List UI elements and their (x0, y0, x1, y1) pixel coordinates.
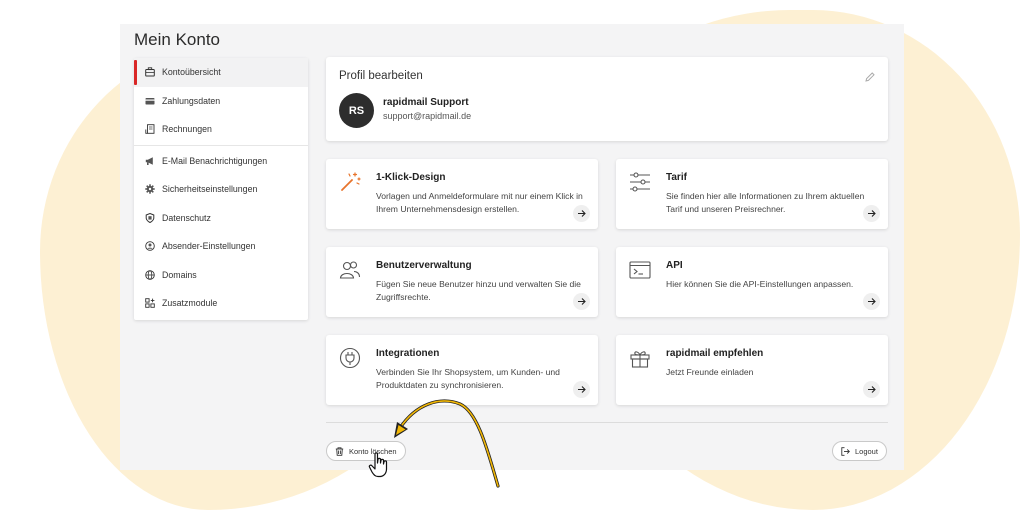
sliders-icon (629, 171, 651, 193)
profile-email: support@rapidmail.de (383, 111, 472, 121)
card-title: Integrationen (376, 348, 440, 359)
briefcase-icon (145, 67, 155, 77)
card-title: Benutzerverwaltung (376, 260, 472, 271)
arrow-right-icon[interactable] (863, 205, 880, 222)
sidebar-item-label: Datenschutz (162, 212, 211, 223)
card-description: Verbinden Sie Ihr Shopsystem, um Kunden-… (376, 367, 560, 390)
terminal-icon (629, 259, 651, 281)
profile-name: rapidmail Support (383, 97, 469, 108)
modules-icon (145, 298, 155, 309)
logout-icon (841, 446, 850, 456)
sidebar-item-zahlungsdaten[interactable]: Zahlungsdaten (134, 87, 308, 116)
logout-button[interactable]: Logout (832, 441, 887, 461)
gift-icon (629, 347, 651, 369)
card-title: 1-Klick-Design (376, 172, 446, 183)
sidebar-item-kontouebersicht[interactable]: Kontoübersicht (134, 58, 308, 87)
arrow-right-icon[interactable] (573, 205, 590, 222)
arrow-right-icon[interactable] (863, 293, 880, 310)
sidebar-item-zusatzmodule[interactable]: Zusatzmodule (134, 289, 308, 318)
invoice-icon (145, 124, 155, 135)
sidebar-item-label: Zahlungsdaten (162, 95, 221, 106)
sidebar-item-label: Kontoübersicht (162, 67, 221, 78)
card-tarif[interactable]: Tarif Sie finden hier alle Informationen… (616, 159, 888, 229)
globe-icon (145, 269, 155, 280)
card-rapidmail-empfehlen[interactable]: rapidmail empfehlen Jetzt Freunde einlad… (616, 335, 888, 405)
logout-label: Logout (855, 446, 878, 456)
card-title: API (666, 260, 683, 271)
card-title: rapidmail empfehlen (666, 348, 764, 359)
sidebar-divider (134, 144, 308, 146)
avatar: RS (339, 93, 374, 128)
sidebar-item-datenschutz[interactable]: Datenschutz (134, 204, 308, 233)
profile-title: Profil bearbeiten (339, 70, 423, 82)
sidebar-item-label: E-Mail Benachrichtigungen (162, 155, 268, 166)
card-benutzerverwaltung[interactable]: Benutzerverwaltung Fügen Sie neue Benutz… (326, 247, 598, 317)
account-page: Mein Konto Kontoübersicht Zahlungsdaten … (120, 24, 904, 470)
users-icon (339, 259, 361, 281)
sidebar-item-email-benachrichtigungen[interactable]: E-Mail Benachrichtigungen (134, 147, 308, 176)
shield-icon (145, 212, 155, 223)
card-description: Jetzt Freunde einladen (666, 367, 754, 377)
sidebar: Kontoübersicht Zahlungsdaten Rechnungen … (134, 58, 308, 320)
sidebar-item-absender-einstellungen[interactable]: Absender-Einstellungen (134, 232, 308, 261)
gear-icon (145, 184, 155, 194)
card-description: Hier können Sie die API-Einstellungen an… (666, 279, 854, 289)
user-circle-icon (145, 241, 155, 252)
arrow-right-icon[interactable] (863, 381, 880, 398)
card-api[interactable]: API Hier können Sie die API-Einstellunge… (616, 247, 888, 317)
plug-icon (339, 347, 361, 369)
card-description: Fügen Sie neue Benutzer hinzu und verwal… (376, 279, 581, 302)
profile-card[interactable]: Profil bearbeiten RS rapidmail Support s… (326, 57, 888, 141)
sidebar-item-label: Sicherheitseinstellungen (162, 184, 258, 195)
sidebar-item-label: Rechnungen (162, 124, 212, 135)
card-description: Sie finden hier alle Informationen zu Ih… (666, 191, 865, 214)
credit-card-icon (145, 96, 155, 106)
card-description: Vorlagen und Anmeldeformulare mit nur ei… (376, 191, 583, 214)
card-title: Tarif (666, 172, 687, 183)
card-1-klick-design[interactable]: 1-Klick-Design Vorlagen und Anmeldeformu… (326, 159, 598, 229)
hand-cursor-icon (368, 452, 388, 478)
sidebar-item-sicherheitseinstellungen[interactable]: Sicherheitseinstellungen (134, 175, 308, 204)
sidebar-item-label: Absender-Einstellungen (162, 241, 256, 252)
sidebar-item-label: Domains (162, 269, 197, 280)
arrow-right-icon[interactable] (573, 293, 590, 310)
trash-icon (335, 446, 344, 456)
magic-wand-icon (339, 171, 361, 193)
megaphone-icon (145, 156, 155, 166)
sidebar-item-rechnungen[interactable]: Rechnungen (134, 115, 308, 144)
pencil-icon[interactable] (864, 70, 876, 82)
page-title: Mein Konto (134, 30, 220, 49)
sidebar-item-domains[interactable]: Domains (134, 261, 308, 290)
arrow-right-icon[interactable] (573, 381, 590, 398)
sidebar-item-label: Zusatzmodule (162, 298, 218, 309)
annotation-arrow (394, 399, 500, 488)
